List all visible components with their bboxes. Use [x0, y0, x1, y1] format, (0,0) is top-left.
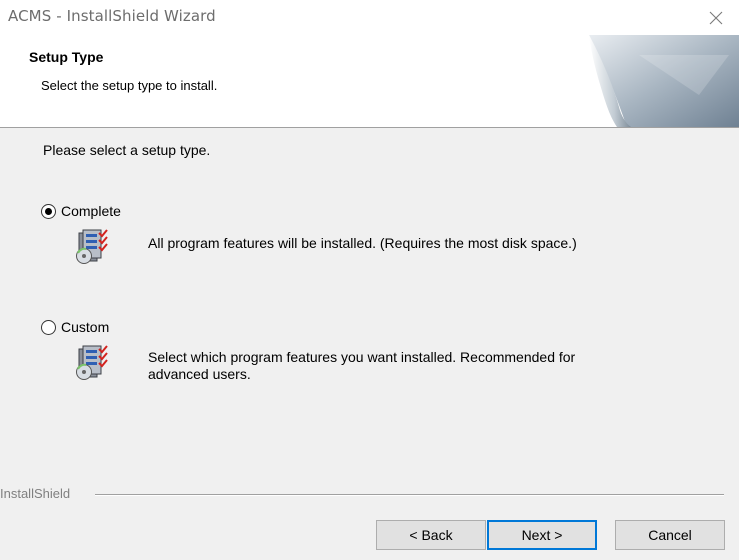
setup-option-custom: Custom Select which program features you…: [41, 319, 575, 382]
complete-description-line: All program features will be installed. …: [148, 235, 577, 251]
footer-divider: [95, 494, 724, 496]
brand-label: InstallShield: [0, 486, 75, 502]
back-button[interactable]: < Back: [376, 520, 486, 550]
install-package-icon: [76, 229, 108, 264]
title-bar: ACMS - InstallShield Wizard: [0, 0, 739, 35]
wizard-header: Setup Type Select the setup type to inst…: [0, 35, 739, 128]
page-title: Setup Type: [29, 49, 104, 65]
custom-description-line: advanced users.: [148, 366, 251, 382]
custom-description: Select which program features you want i…: [148, 349, 575, 383]
complete-radio-label[interactable]: Complete: [61, 203, 121, 219]
close-button[interactable]: [693, 0, 739, 35]
install-package-icon: [76, 345, 108, 380]
cancel-button[interactable]: Cancel: [615, 520, 725, 550]
window-title: ACMS - InstallShield Wizard: [8, 7, 216, 25]
setup-option-complete: Complete All program features will be in…: [41, 203, 577, 264]
custom-radio-label[interactable]: Custom: [61, 319, 109, 335]
custom-description-line: Select which program features you want i…: [148, 349, 576, 365]
complete-radio-option[interactable]: Complete: [41, 203, 121, 219]
installshield-branding: InstallShield: [0, 486, 739, 502]
complete-radio-button[interactable]: [41, 203, 56, 219]
custom-radio-button[interactable]: [41, 319, 56, 335]
page-subtitle: Select the setup type to install.: [41, 78, 218, 93]
wizard-page-curl-graphic: [589, 35, 739, 127]
setup-type-panel: Please select a setup type. Complete All…: [0, 129, 739, 485]
complete-description: All program features will be installed. …: [148, 235, 577, 252]
custom-radio-option[interactable]: Custom: [41, 319, 109, 335]
close-icon: [709, 11, 723, 24]
setup-type-prompt: Please select a setup type.: [43, 142, 211, 158]
next-button[interactable]: Next >: [487, 520, 597, 550]
